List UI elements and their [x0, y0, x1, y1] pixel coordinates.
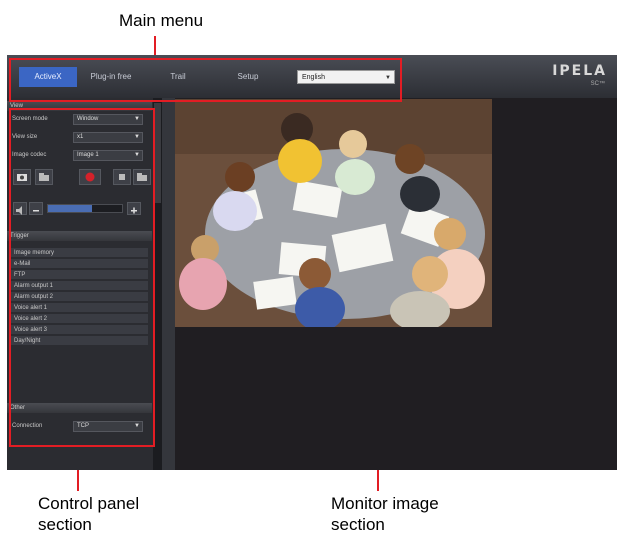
trigger-item[interactable]: Image memory	[11, 248, 148, 258]
image-codec-value: Image 1	[77, 152, 99, 158]
chevron-down-icon: ▼	[385, 75, 391, 81]
other-section-header[interactable]: Other	[7, 403, 152, 413]
connection-value: TCP	[77, 423, 89, 429]
menu-trail[interactable]: Trail	[153, 67, 203, 87]
chevron-down-icon: ▼	[134, 116, 140, 122]
speaker-icon	[16, 206, 22, 215]
capture-button[interactable]	[13, 169, 31, 185]
screen-mode-value: Window	[77, 116, 99, 122]
camera-icon	[17, 174, 27, 181]
view-size-select[interactable]: x1 ▼	[73, 132, 143, 143]
monitor-callout-line1: Monitor image	[331, 494, 439, 513]
trigger-header-label: Trigger	[10, 233, 29, 239]
view-size-value: x1	[77, 134, 84, 140]
logo-sub: SC™	[590, 81, 605, 87]
connection-select[interactable]: TCP ▼	[73, 421, 143, 432]
view-size-label: View size	[12, 134, 38, 140]
volume-up-button[interactable]	[127, 202, 141, 215]
control-panel-callout: Control panel section	[38, 493, 139, 535]
folder-icon	[39, 173, 49, 181]
monitor-image-area	[175, 98, 617, 470]
volume-button[interactable]	[13, 202, 27, 215]
scrollbar-thumb[interactable]	[154, 103, 161, 203]
view-section-header[interactable]: View	[7, 101, 152, 111]
save-button[interactable]	[35, 169, 53, 185]
monitor-image[interactable]	[175, 99, 492, 327]
volume-slider-fill	[48, 205, 93, 212]
menu-plugin-free[interactable]: Plug-in free	[81, 67, 141, 87]
classroom-photo	[175, 99, 492, 327]
connection-label: Connection	[12, 423, 43, 429]
control-panel-callout-line2: section	[38, 515, 92, 534]
chevron-down-icon: ▼	[134, 423, 140, 429]
viewer-window: ActiveX Plug-in free Trail Setup English…	[7, 55, 617, 470]
volume-down-button[interactable]	[29, 202, 43, 215]
chevron-down-icon: ▼	[134, 134, 140, 140]
plus-icon	[131, 207, 137, 214]
control-panel-scrollbar[interactable]	[153, 98, 162, 470]
record-button[interactable]	[79, 169, 101, 185]
menu-activex[interactable]: ActiveX	[19, 67, 77, 87]
chevron-down-icon: ▼	[134, 152, 140, 158]
trigger-item[interactable]: FTP	[11, 270, 148, 280]
menu-setup[interactable]: Setup	[223, 67, 273, 87]
screen-mode-label: Screen mode	[12, 116, 48, 122]
stop-icon	[119, 174, 125, 180]
image-codec-label: Image codec	[12, 152, 47, 158]
record-icon	[85, 172, 95, 182]
screen-mode-select[interactable]: Window ▼	[73, 114, 143, 125]
image-codec-select[interactable]: Image 1 ▼	[73, 150, 143, 161]
view-header-label: View	[10, 103, 23, 109]
volume-slider[interactable]	[47, 204, 123, 213]
trigger-item[interactable]: Alarm output 1	[11, 281, 148, 291]
trigger-item[interactable]: Voice alert 3	[11, 325, 148, 335]
record-folder-button[interactable]	[133, 169, 151, 185]
trigger-item[interactable]: Voice alert 2	[11, 314, 148, 324]
folder-icon	[137, 173, 147, 181]
monitor-callout: Monitor image section	[331, 493, 439, 535]
language-value: English	[302, 74, 325, 81]
main-menu-bar: ActiveX Plug-in free Trail Setup English…	[7, 55, 617, 98]
trigger-item[interactable]: e-Mail	[11, 259, 148, 269]
other-header-label: Other	[10, 405, 26, 411]
language-select[interactable]: English ▼	[297, 70, 395, 84]
monitor-callout-line2: section	[331, 515, 385, 534]
trigger-item[interactable]: Day/Night	[11, 336, 148, 346]
trigger-item[interactable]: Alarm output 2	[11, 292, 148, 302]
ipela-logo: IPELA	[552, 63, 607, 79]
main-menu-callout: Main menu	[119, 11, 204, 30]
trigger-item[interactable]: Voice alert 1	[11, 303, 148, 313]
stop-button[interactable]	[113, 169, 131, 185]
panel-splitter[interactable]	[162, 98, 175, 470]
control-panel-callout-line1: Control panel	[38, 494, 140, 513]
trigger-section-header[interactable]: Trigger	[7, 231, 152, 241]
minus-icon	[33, 210, 39, 212]
control-panel: View Screen mode Window ▼ View size x1 ▼ I…	[7, 98, 162, 470]
